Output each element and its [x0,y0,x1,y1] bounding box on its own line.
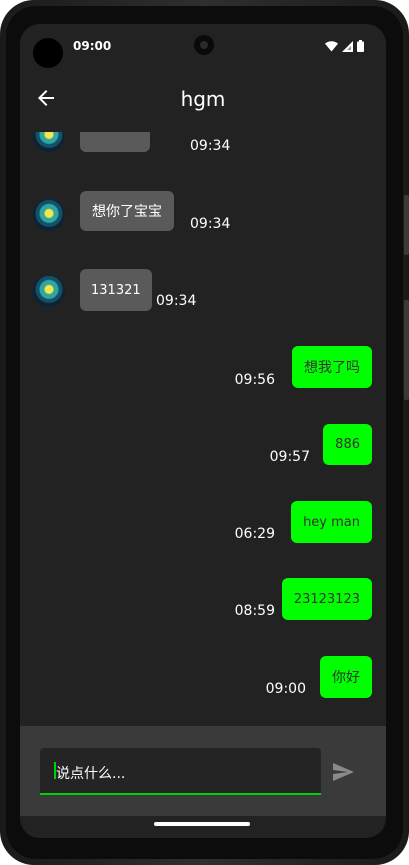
phone-frame: 09:00 hgm 09:34 想你了宝宝 09:34 131321 09:34… [0,0,409,865]
send-icon[interactable] [331,760,355,784]
power-button [404,195,409,255]
input-placeholder: 说点什么... [56,766,126,782]
volume-button [404,300,409,400]
sent-bubble[interactable]: 想我了吗 [292,346,372,388]
signal-icon [342,40,353,52]
app-bar: hgm [20,68,386,132]
status-icons [325,40,364,52]
sent-bubble[interactable]: hey man [291,501,372,543]
message-list[interactable]: 09:34 想你了宝宝 09:34 131321 09:34 09:56 想我了… [20,132,386,726]
message-text: 23123123 [293,591,360,607]
message-time: 06:29 [234,526,275,542]
avatar[interactable] [33,199,65,231]
page-title: hgm [180,87,226,111]
home-indicator[interactable] [154,822,250,826]
message-text: 想我了吗 [304,360,360,376]
screen: 09:00 hgm 09:34 想你了宝宝 09:34 131321 09:34… [20,24,386,838]
message-text: 886 [335,437,360,452]
message-time: 09:56 [234,372,275,388]
message-input[interactable]: 说点什么... [40,748,321,795]
avatar[interactable] [33,132,65,152]
sent-bubble[interactable]: 886 [323,424,372,465]
sent-bubble[interactable]: 你好 [320,656,372,698]
received-bubble[interactable] [80,132,150,152]
battery-icon [357,40,364,52]
message-time: 09:57 [269,449,310,465]
message-text: 你好 [332,670,360,686]
status-dot [33,38,63,68]
status-bar: 09:00 [20,24,386,68]
message-time: 09:34 [156,293,197,309]
input-bar: 说点什么... [20,726,386,816]
gesture-nav-bar [20,816,386,838]
message-time: 09:00 [265,681,306,697]
wifi-icon [325,40,338,51]
avatar[interactable] [33,275,65,307]
message-time: 08:59 [234,603,275,619]
message-text: 想你了宝宝 [92,204,162,220]
status-time: 09:00 [73,39,112,53]
received-bubble[interactable]: 131321 [80,269,152,311]
message-text: 131321 [91,282,141,298]
message-time: 09:34 [190,216,231,232]
message-time: 09:34 [190,138,231,154]
sent-bubble[interactable]: 23123123 [281,578,372,620]
received-bubble[interactable]: 想你了宝宝 [80,191,174,231]
message-text: hey man [303,514,360,530]
front-camera [194,35,214,55]
